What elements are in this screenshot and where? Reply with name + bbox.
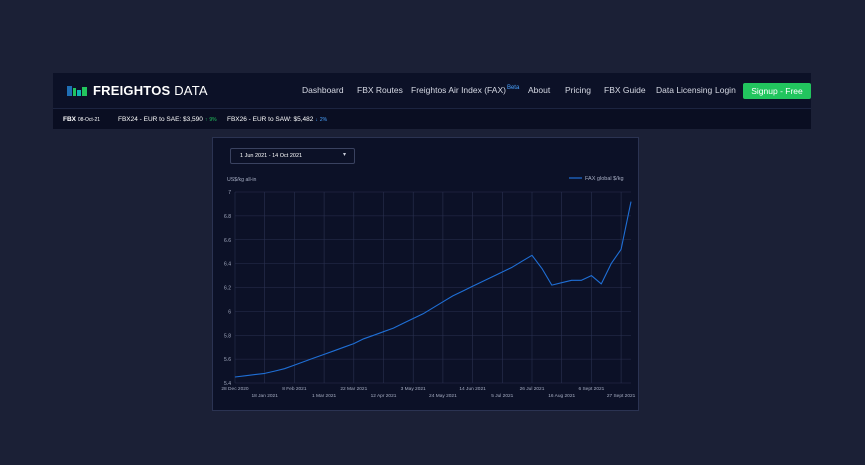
- y-tick-label: 6.6: [224, 238, 231, 244]
- logo-wordmark: FREIGHTOS DATA: [93, 83, 208, 98]
- y-tick-label: 6.2: [224, 286, 231, 292]
- ticker-fbx-date: FBX 08-Oct-21: [63, 116, 101, 123]
- y-tick-label: 6.8: [224, 214, 231, 220]
- y-tick-label: 5.6: [224, 357, 231, 363]
- ticker-item[interactable]: FBX26 - EUR to SAW: $5,482 ↓ 2%: [227, 116, 327, 123]
- nav-about[interactable]: About: [528, 85, 550, 95]
- fax-line-chart: 76.86.66.46.265.85.65.428 Dec 2020 8 Feb …: [221, 176, 636, 399]
- y-tick-label: 7: [228, 190, 231, 196]
- nav-data-licensing[interactable]: Data Licensing: [656, 85, 712, 95]
- nav-dashboard[interactable]: Dashboard: [302, 85, 344, 95]
- x-tick-label: 3 May 2021: [401, 386, 426, 392]
- legend-label: FAX global $/kg: [585, 176, 624, 182]
- ticker-item[interactable]: FBX24 - EUR to SAE: $3,590 ↑ 9%: [118, 116, 217, 123]
- x-tick-label: 8 Feb 2021: [282, 386, 307, 392]
- x-tick-label: 1 Mar 2021: [312, 393, 337, 399]
- x-tick-label: 12 Apr 2021: [371, 393, 397, 399]
- down-arrow-icon: ↓: [315, 117, 318, 123]
- up-arrow-icon: ↑: [204, 117, 208, 123]
- x-tick-label: 27 Sept 2021: [607, 393, 636, 399]
- ticker-change: 9%: [209, 117, 217, 123]
- nav-login[interactable]: Login: [715, 85, 736, 95]
- x-tick-label: 14 Jun 2021: [459, 386, 486, 392]
- x-tick-label: 22 Mar 2021: [340, 386, 367, 392]
- fax-chart-panel: 7 6.8 6.6 6.4 6.2 6 5.8 5.6 5.4 28 Dec 2020 8 Feb …: [212, 137, 639, 411]
- date-range-select[interactable]: 1 Jun 2021 - 14 Oct 2021 ▾: [230, 148, 355, 164]
- x-tick-label: 26 Jul 2021: [520, 386, 545, 392]
- x-tick-label: 18 Jan 2021: [251, 393, 278, 399]
- chevron-down-icon: ▾: [342, 152, 346, 158]
- date-range-value: 1 Jun 2021 - 14 Oct 2021: [240, 153, 303, 159]
- fbx-ticker-bar: FBX 08-Oct-21 FBX24 - EUR to SAE: $3,590…: [53, 108, 811, 129]
- nav-fbx-routes[interactable]: FBX Routes: [357, 85, 403, 95]
- x-tick-label: 24 May 2021: [429, 393, 457, 399]
- nav-pricing[interactable]: Pricing: [565, 85, 591, 95]
- nav-air-index-label: Freightos Air Index (FAX): [411, 85, 506, 95]
- ticker-change: 2%: [319, 117, 328, 123]
- y-tick-label: 6.4: [224, 262, 231, 268]
- top-navbar: FREIGHTOS DATA Dashboard FBX Routes Frei…: [53, 73, 811, 108]
- x-tick-label: 6 Sept 2021: [578, 386, 604, 392]
- y-axis-title: US$/kg all-in: [227, 177, 257, 183]
- freightos-data-logo[interactable]: FREIGHTOS DATA: [67, 83, 208, 98]
- nav-air-index[interactable]: Freightos Air Index (FAX)Beta: [411, 85, 519, 95]
- nav-fbx-guide[interactable]: FBX Guide: [604, 85, 646, 95]
- logo-mark-icon: [67, 86, 87, 96]
- beta-badge: Beta: [506, 85, 520, 92]
- x-tick-label: 5 Jul 2021: [491, 393, 513, 399]
- x-tick-label: 28 Dec 2020: [221, 386, 249, 392]
- x-tick-label: 16 Aug 2021: [548, 393, 575, 399]
- y-tick-label: 5.8: [224, 333, 231, 339]
- signup-button[interactable]: Signup - Free: [743, 83, 811, 99]
- y-tick-label: 6: [228, 309, 231, 315]
